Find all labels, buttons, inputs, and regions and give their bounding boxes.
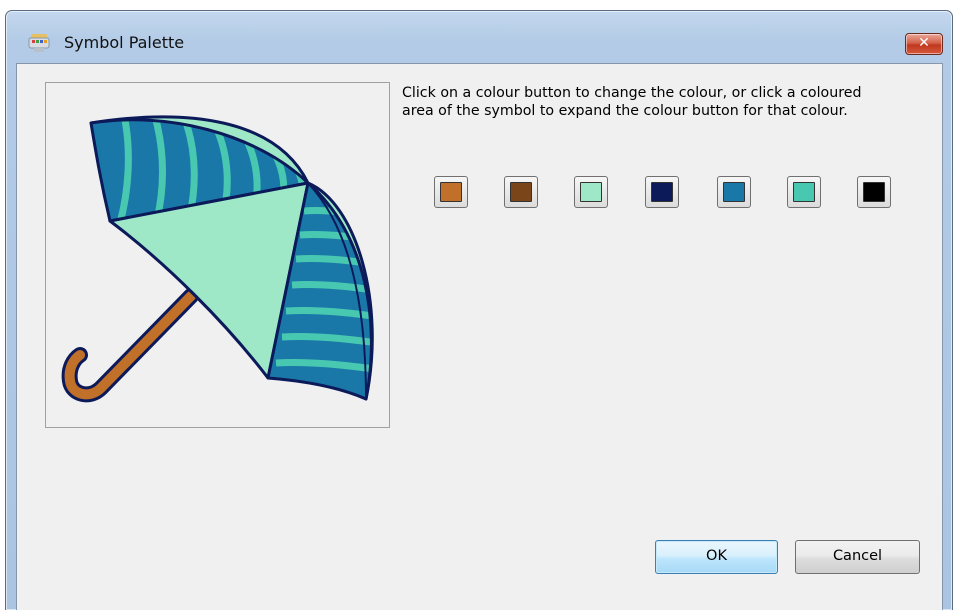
instructions-text: Click on a colour button to change the c…	[402, 85, 862, 119]
colour-button-6[interactable]	[787, 176, 821, 208]
swatch-fill	[510, 182, 532, 202]
colour-button-5[interactable]	[717, 176, 751, 208]
symbol-preview	[45, 82, 390, 428]
ok-button[interactable]: OK	[655, 540, 778, 574]
window-title: Symbol Palette	[64, 33, 185, 52]
colour-button-1[interactable]	[434, 176, 468, 208]
colour-button-7[interactable]	[857, 176, 891, 208]
title-bar[interactable]: Symbol Palette ✕	[6, 11, 952, 55]
handle[interactable]	[64, 291, 196, 400]
swatch-fill	[440, 182, 462, 202]
colour-button-4[interactable]	[645, 176, 679, 208]
cancel-button[interactable]: Cancel	[795, 540, 920, 574]
colour-button-3[interactable]	[574, 176, 608, 208]
close-button[interactable]: ✕	[905, 33, 943, 55]
swatch-fill	[651, 182, 673, 202]
colour-button-2[interactable]	[504, 176, 538, 208]
umbrella-symbol[interactable]	[46, 83, 389, 427]
swatch-fill	[723, 182, 745, 202]
palette-icon	[28, 34, 50, 52]
swatch-fill	[863, 182, 885, 202]
swatch-fill	[580, 182, 602, 202]
symbol-palette-dialog: Symbol Palette ✕ Click on a colour butto…	[5, 10, 953, 610]
dialog-content: Click on a colour button to change the c…	[16, 63, 943, 610]
close-icon: ✕	[918, 35, 930, 51]
swatch-fill	[793, 182, 815, 202]
